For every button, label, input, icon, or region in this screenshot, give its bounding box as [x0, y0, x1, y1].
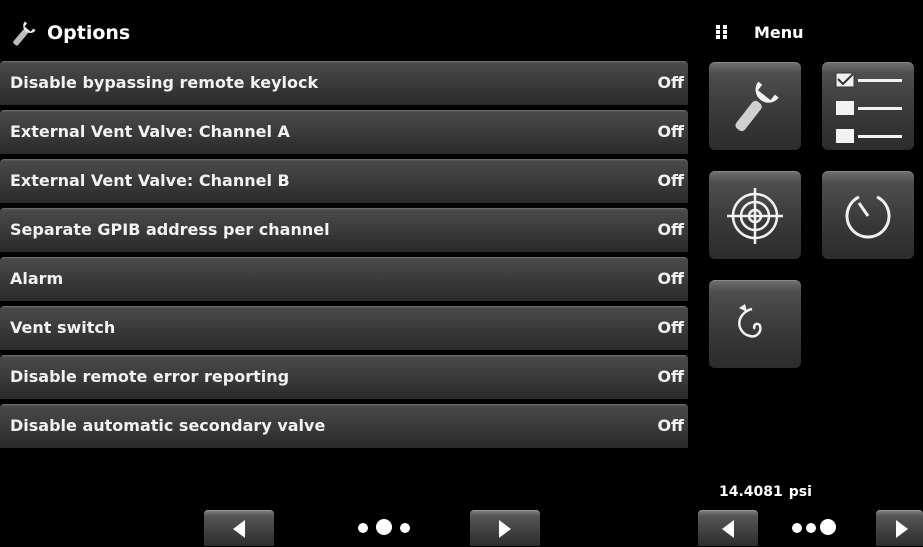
option-row-vent-valve-a[interactable]: External Vent Valve: Channel A Off [0, 110, 688, 154]
page-dot [806, 523, 816, 533]
option-value: Off [657, 73, 684, 92]
wrench-icon [13, 21, 36, 46]
option-row-alarm[interactable]: Alarm Off [0, 257, 688, 301]
page-title: Options [47, 22, 131, 44]
page-dot [358, 523, 368, 533]
menu-tile-settings[interactable] [709, 62, 801, 150]
triangle-left-icon [722, 520, 734, 538]
menu-tile-vent[interactable] [709, 280, 801, 368]
header: Options [0, 0, 700, 60]
option-label: External Vent Valve: Channel B [10, 171, 290, 190]
page-dot-active [820, 519, 836, 535]
option-row-gpib-address[interactable]: Separate GPIB address per channel Off [0, 208, 688, 252]
menu-next-page-button[interactable] [876, 510, 923, 546]
option-row-vent-valve-b[interactable]: External Vent Valve: Channel B Off [0, 159, 688, 203]
page-dot [400, 523, 410, 533]
page-dot-active [376, 519, 392, 535]
pressure-unit: psi [788, 484, 812, 500]
option-row-bypass-keylock[interactable]: Disable bypassing remote keylock Off [0, 61, 688, 105]
crosshair-target-icon [727, 188, 783, 244]
option-label: Vent switch [10, 318, 116, 337]
option-value: Off [657, 220, 684, 239]
checklist-icon [835, 72, 902, 143]
menu-title: Menu [754, 23, 804, 42]
option-label: Disable bypassing remote keylock [10, 73, 319, 92]
next-page-button[interactable] [470, 510, 540, 546]
option-value: Off [657, 416, 684, 435]
pressure-readout: 14.4081 psi [719, 484, 818, 500]
page-dot [792, 523, 802, 533]
option-label: Disable automatic secondary valve [10, 416, 326, 435]
option-row-vent-switch[interactable]: Vent switch Off [0, 306, 688, 350]
menu-prev-page-button[interactable] [698, 510, 758, 546]
option-label: Separate GPIB address per channel [10, 220, 330, 239]
prev-page-button[interactable] [204, 510, 274, 546]
pressure-value: 14.4081 [719, 484, 783, 500]
menu-tile-checklist[interactable] [822, 62, 914, 150]
option-value: Off [657, 171, 684, 190]
option-label: Disable remote error reporting [10, 367, 290, 386]
option-value: Off [657, 122, 684, 141]
grid-dots-icon [716, 25, 727, 39]
option-value: Off [657, 318, 684, 337]
option-value: Off [657, 269, 684, 288]
option-value: Off [657, 367, 684, 386]
option-label: External Vent Valve: Channel A [10, 122, 290, 141]
triangle-right-icon [499, 520, 511, 538]
spiral-icon [738, 304, 762, 338]
option-row-secondary-valve[interactable]: Disable automatic secondary valve Off [0, 404, 688, 448]
stopwatch-icon [845, 195, 891, 239]
menu-tile-target[interactable] [709, 171, 801, 259]
menu-tile-timer[interactable] [822, 171, 914, 259]
option-label: Alarm [10, 269, 64, 288]
triangle-right-icon [896, 520, 908, 538]
wrench-icon [735, 81, 779, 132]
option-row-remote-error[interactable]: Disable remote error reporting Off [0, 355, 688, 399]
triangle-left-icon [233, 520, 245, 538]
